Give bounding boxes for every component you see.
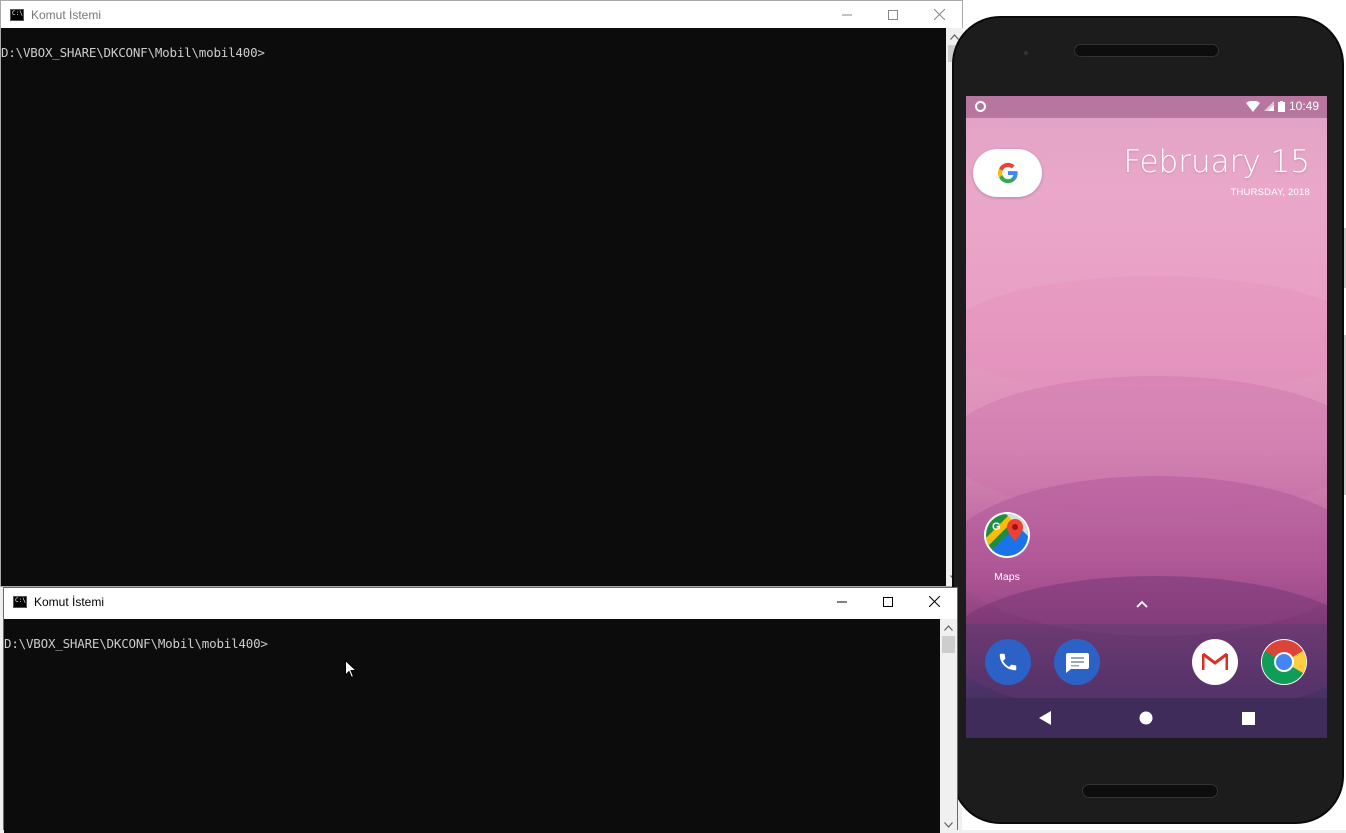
chevron-up-icon <box>1136 600 1148 608</box>
maximize-icon <box>883 596 893 607</box>
close-button[interactable] <box>911 588 957 615</box>
bottom-speaker <box>1082 784 1218 798</box>
recents-icon <box>1241 711 1255 725</box>
maximize-icon <box>888 9 898 20</box>
back-icon <box>1039 711 1051 725</box>
arrow-cursor-icon <box>345 659 358 679</box>
minimize-icon <box>842 14 852 15</box>
minimize-icon <box>837 601 847 602</box>
mouse-cursor <box>345 659 358 684</box>
window-title: Komut İstemi <box>34 594 105 609</box>
google-g-icon <box>997 162 1018 184</box>
cmd-window-top[interactable]: Komut İstemi D:\VBOX_SHARE\DKCONF\Mobil\… <box>0 0 963 587</box>
minimize-button[interactable] <box>824 1 870 28</box>
cmd-icon <box>10 8 24 21</box>
top-speaker <box>1074 44 1219 57</box>
dock <box>966 624 1327 698</box>
vertical-scrollbar[interactable] <box>940 619 957 833</box>
cmd-window-bottom[interactable]: Komut İstemi D:\VBOX_SHARE\DKCONF\Mobil\… <box>3 587 958 833</box>
android-emulator: 10:49 February 15 THURSDAY, 2018 G Maps <box>952 16 1344 824</box>
gmail-icon <box>1202 652 1228 670</box>
status-bar[interactable]: 10:49 <box>966 96 1327 118</box>
app-drawer-handle[interactable] <box>1136 595 1148 613</box>
messages-app-icon[interactable] <box>1054 639 1100 685</box>
maps-app-shortcut[interactable]: G Maps <box>983 511 1031 583</box>
maximize-button[interactable] <box>865 588 911 615</box>
close-icon <box>928 596 940 607</box>
app-label: Maps <box>994 571 1020 583</box>
scroll-thumb[interactable] <box>942 636 955 653</box>
home-icon <box>1139 711 1153 725</box>
date-widget-day: THURSDAY, 2018 <box>1230 187 1310 198</box>
navigation-bar <box>966 698 1327 738</box>
signal-icon <box>1263 101 1274 111</box>
status-time: 10:49 <box>1288 99 1319 113</box>
svg-text:G: G <box>992 521 1001 533</box>
notification-icon <box>975 101 986 112</box>
minimize-button[interactable] <box>819 588 865 615</box>
chevron-up-icon <box>950 33 959 40</box>
battery-icon <box>1277 100 1285 112</box>
gmail-app-icon[interactable] <box>1192 639 1238 685</box>
recents-button[interactable] <box>1238 708 1258 728</box>
chevron-up-icon <box>944 624 953 631</box>
console-output[interactable]: D:\VBOX_SHARE\DKCONF\Mobil\mobil400> <box>4 619 940 833</box>
phone-app-icon[interactable] <box>985 639 1031 685</box>
phone-screen[interactable]: 10:49 February 15 THURSDAY, 2018 G Maps <box>966 96 1327 738</box>
phone-icon <box>999 653 1017 671</box>
wifi-icon <box>1245 100 1260 112</box>
front-sensor <box>1024 51 1028 55</box>
maximize-button[interactable] <box>870 1 916 28</box>
date-widget-date[interactable]: February 15 <box>1123 144 1310 180</box>
google-search-widget[interactable] <box>973 149 1042 197</box>
chrome-app-icon[interactable] <box>1261 639 1307 685</box>
chevron-down-icon <box>944 821 953 828</box>
scroll-up-button[interactable] <box>940 619 957 636</box>
scroll-down-button[interactable] <box>940 816 957 833</box>
maps-icon: G <box>984 512 1030 558</box>
cmd-icon <box>13 595 27 608</box>
home-button[interactable] <box>1136 708 1156 728</box>
titlebar[interactable]: Komut İstemi <box>4 588 957 615</box>
command-prompt: D:\VBOX_SHARE\DKCONF\Mobil\mobil400> <box>1 45 265 60</box>
close-icon <box>933 9 945 20</box>
chrome-icon <box>1262 640 1306 684</box>
window-title: Komut İstemi <box>31 7 102 22</box>
messages-icon <box>1066 653 1089 673</box>
titlebar[interactable]: Komut İstemi <box>1 1 962 28</box>
console-output[interactable]: D:\VBOX_SHARE\DKCONF\Mobil\mobil400> <box>1 28 946 586</box>
back-button[interactable] <box>1035 708 1055 728</box>
command-prompt: D:\VBOX_SHARE\DKCONF\Mobil\mobil400> <box>4 636 268 651</box>
close-button[interactable] <box>916 1 962 28</box>
